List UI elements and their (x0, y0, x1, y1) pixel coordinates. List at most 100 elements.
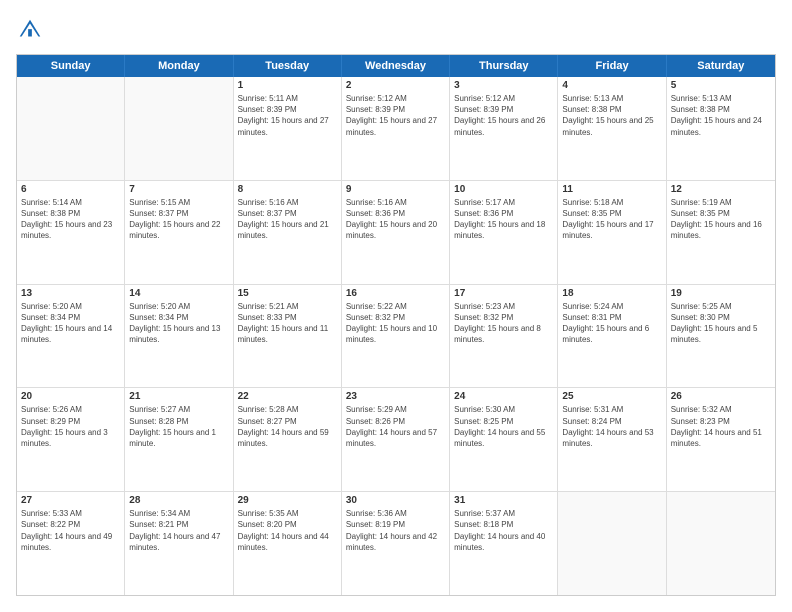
weekday-header-wednesday: Wednesday (342, 55, 450, 77)
day-number: 31 (454, 495, 553, 506)
day-info: Sunrise: 5:20 AM Sunset: 8:34 PM Dayligh… (129, 301, 228, 346)
day-number: 12 (671, 184, 771, 195)
day-number: 24 (454, 391, 553, 402)
day-number: 25 (562, 391, 661, 402)
day-info: Sunrise: 5:12 AM Sunset: 8:39 PM Dayligh… (346, 93, 445, 138)
day-info: Sunrise: 5:28 AM Sunset: 8:27 PM Dayligh… (238, 404, 337, 449)
day-number: 17 (454, 288, 553, 299)
logo (16, 16, 48, 44)
calendar-day-28: 28 Sunrise: 5:34 AM Sunset: 8:21 PM Dayli… (125, 492, 233, 595)
calendar-day-10: 10 Sunrise: 5:17 AM Sunset: 8:36 PM Dayli… (450, 181, 558, 284)
calendar-day-23: 23 Sunrise: 5:29 AM Sunset: 8:26 PM Dayli… (342, 388, 450, 491)
day-number: 19 (671, 288, 771, 299)
day-info: Sunrise: 5:22 AM Sunset: 8:32 PM Dayligh… (346, 301, 445, 346)
day-info: Sunrise: 5:16 AM Sunset: 8:36 PM Dayligh… (346, 197, 445, 242)
day-info: Sunrise: 5:16 AM Sunset: 8:37 PM Dayligh… (238, 197, 337, 242)
calendar-week-2: 6 Sunrise: 5:14 AM Sunset: 8:38 PM Daylig… (17, 181, 775, 285)
day-number: 22 (238, 391, 337, 402)
calendar-day-4: 4Sunrise: 5:13 AM Sunset: 8:38 PM Daylig… (558, 77, 666, 180)
day-info: Sunrise: 5:31 AM Sunset: 8:24 PM Dayligh… (562, 404, 661, 449)
calendar-day-19: 19Sunrise: 5:25 AM Sunset: 8:30 PM Dayli… (667, 285, 775, 388)
calendar-day-16: 16Sunrise: 5:22 AM Sunset: 8:32 PM Dayli… (342, 285, 450, 388)
calendar-day-2: 2 Sunrise: 5:12 AM Sunset: 8:39 PM Daylig… (342, 77, 450, 180)
calendar-day-9: 9 Sunrise: 5:16 AM Sunset: 8:36 PM Daylig… (342, 181, 450, 284)
calendar-day-empty (125, 77, 233, 180)
calendar-day-29: 29Sunrise: 5:35 AM Sunset: 8:20 PM Dayli… (234, 492, 342, 595)
day-info: Sunrise: 5:13 AM Sunset: 8:38 PM Dayligh… (671, 93, 771, 138)
day-number: 2 (346, 80, 445, 91)
day-number: 30 (346, 495, 445, 506)
day-info: Sunrise: 5:33 AM Sunset: 8:22 PM Dayligh… (21, 508, 120, 553)
day-info: Sunrise: 5:29 AM Sunset: 8:26 PM Dayligh… (346, 404, 445, 449)
calendar-day-empty (667, 492, 775, 595)
calendar-week-3: 13 Sunrise: 5:20 AM Sunset: 8:34 PM Dayli… (17, 285, 775, 389)
page: SundayMondayTuesdayWednesdayThursdayFrid… (0, 0, 792, 612)
day-number: 13 (21, 288, 120, 299)
calendar-week-1: 1Sunrise: 5:11 AM Sunset: 8:39 PM Daylig… (17, 77, 775, 181)
day-number: 23 (346, 391, 445, 402)
day-number: 9 (346, 184, 445, 195)
day-number: 21 (129, 391, 228, 402)
day-info: Sunrise: 5:19 AM Sunset: 8:35 PM Dayligh… (671, 197, 771, 242)
calendar-day-6: 6 Sunrise: 5:14 AM Sunset: 8:38 PM Daylig… (17, 181, 125, 284)
day-number: 27 (21, 495, 120, 506)
day-info: Sunrise: 5:35 AM Sunset: 8:20 PM Dayligh… (238, 508, 337, 553)
weekday-header-tuesday: Tuesday (234, 55, 342, 77)
calendar-day-21: 21 Sunrise: 5:27 AM Sunset: 8:28 PM Dayli… (125, 388, 233, 491)
weekday-header-saturday: Saturday (667, 55, 775, 77)
day-number: 18 (562, 288, 661, 299)
calendar-day-30: 30 Sunrise: 5:36 AM Sunset: 8:19 PM Dayli… (342, 492, 450, 595)
day-info: Sunrise: 5:15 AM Sunset: 8:37 PM Dayligh… (129, 197, 228, 242)
day-number: 3 (454, 80, 553, 91)
day-info: Sunrise: 5:21 AM Sunset: 8:33 PM Dayligh… (238, 301, 337, 346)
calendar-day-12: 12 Sunrise: 5:19 AM Sunset: 8:35 PM Dayli… (667, 181, 775, 284)
day-info: Sunrise: 5:37 AM Sunset: 8:18 PM Dayligh… (454, 508, 553, 553)
calendar-day-15: 15 Sunrise: 5:21 AM Sunset: 8:33 PM Dayli… (234, 285, 342, 388)
day-number: 28 (129, 495, 228, 506)
calendar-day-18: 18 Sunrise: 5:24 AM Sunset: 8:31 PM Dayli… (558, 285, 666, 388)
day-info: Sunrise: 5:23 AM Sunset: 8:32 PM Dayligh… (454, 301, 553, 346)
day-number: 7 (129, 184, 228, 195)
calendar-header: SundayMondayTuesdayWednesdayThursdayFrid… (17, 55, 775, 77)
day-number: 14 (129, 288, 228, 299)
day-number: 26 (671, 391, 771, 402)
day-info: Sunrise: 5:24 AM Sunset: 8:31 PM Dayligh… (562, 301, 661, 346)
calendar-day-11: 11 Sunrise: 5:18 AM Sunset: 8:35 PM Dayli… (558, 181, 666, 284)
day-info: Sunrise: 5:14 AM Sunset: 8:38 PM Dayligh… (21, 197, 120, 242)
logo-icon (16, 16, 44, 44)
calendar-day-26: 26 Sunrise: 5:32 AM Sunset: 8:23 PM Dayli… (667, 388, 775, 491)
day-info: Sunrise: 5:36 AM Sunset: 8:19 PM Dayligh… (346, 508, 445, 553)
weekday-header-thursday: Thursday (450, 55, 558, 77)
day-info: Sunrise: 5:27 AM Sunset: 8:28 PM Dayligh… (129, 404, 228, 449)
day-info: Sunrise: 5:18 AM Sunset: 8:35 PM Dayligh… (562, 197, 661, 242)
calendar-week-4: 20Sunrise: 5:26 AM Sunset: 8:29 PM Dayli… (17, 388, 775, 492)
calendar-day-17: 17 Sunrise: 5:23 AM Sunset: 8:32 PM Dayli… (450, 285, 558, 388)
day-info: Sunrise: 5:32 AM Sunset: 8:23 PM Dayligh… (671, 404, 771, 449)
day-info: Sunrise: 5:12 AM Sunset: 8:39 PM Dayligh… (454, 93, 553, 138)
calendar-day-empty (558, 492, 666, 595)
day-number: 11 (562, 184, 661, 195)
calendar-day-3: 3 Sunrise: 5:12 AM Sunset: 8:39 PM Daylig… (450, 77, 558, 180)
day-info: Sunrise: 5:34 AM Sunset: 8:21 PM Dayligh… (129, 508, 228, 553)
day-number: 10 (454, 184, 553, 195)
calendar-body: 1Sunrise: 5:11 AM Sunset: 8:39 PM Daylig… (17, 77, 775, 595)
day-number: 8 (238, 184, 337, 195)
calendar-day-14: 14 Sunrise: 5:20 AM Sunset: 8:34 PM Dayli… (125, 285, 233, 388)
calendar-week-5: 27 Sunrise: 5:33 AM Sunset: 8:22 PM Dayli… (17, 492, 775, 595)
calendar-day-31: 31 Sunrise: 5:37 AM Sunset: 8:18 PM Dayli… (450, 492, 558, 595)
day-info: Sunrise: 5:26 AM Sunset: 8:29 PM Dayligh… (21, 404, 120, 449)
weekday-header-sunday: Sunday (17, 55, 125, 77)
day-number: 15 (238, 288, 337, 299)
calendar-day-27: 27 Sunrise: 5:33 AM Sunset: 8:22 PM Dayli… (17, 492, 125, 595)
calendar-day-22: 22 Sunrise: 5:28 AM Sunset: 8:27 PM Dayli… (234, 388, 342, 491)
calendar-day-5: 5Sunrise: 5:13 AM Sunset: 8:38 PM Daylig… (667, 77, 775, 180)
day-info: Sunrise: 5:11 AM Sunset: 8:39 PM Dayligh… (238, 93, 337, 138)
weekday-header-friday: Friday (558, 55, 666, 77)
day-info: Sunrise: 5:17 AM Sunset: 8:36 PM Dayligh… (454, 197, 553, 242)
calendar-day-8: 8 Sunrise: 5:16 AM Sunset: 8:37 PM Daylig… (234, 181, 342, 284)
day-info: Sunrise: 5:20 AM Sunset: 8:34 PM Dayligh… (21, 301, 120, 346)
calendar-day-20: 20Sunrise: 5:26 AM Sunset: 8:29 PM Dayli… (17, 388, 125, 491)
day-number: 6 (21, 184, 120, 195)
calendar-day-7: 7 Sunrise: 5:15 AM Sunset: 8:37 PM Daylig… (125, 181, 233, 284)
calendar-day-24: 24Sunrise: 5:30 AM Sunset: 8:25 PM Dayli… (450, 388, 558, 491)
